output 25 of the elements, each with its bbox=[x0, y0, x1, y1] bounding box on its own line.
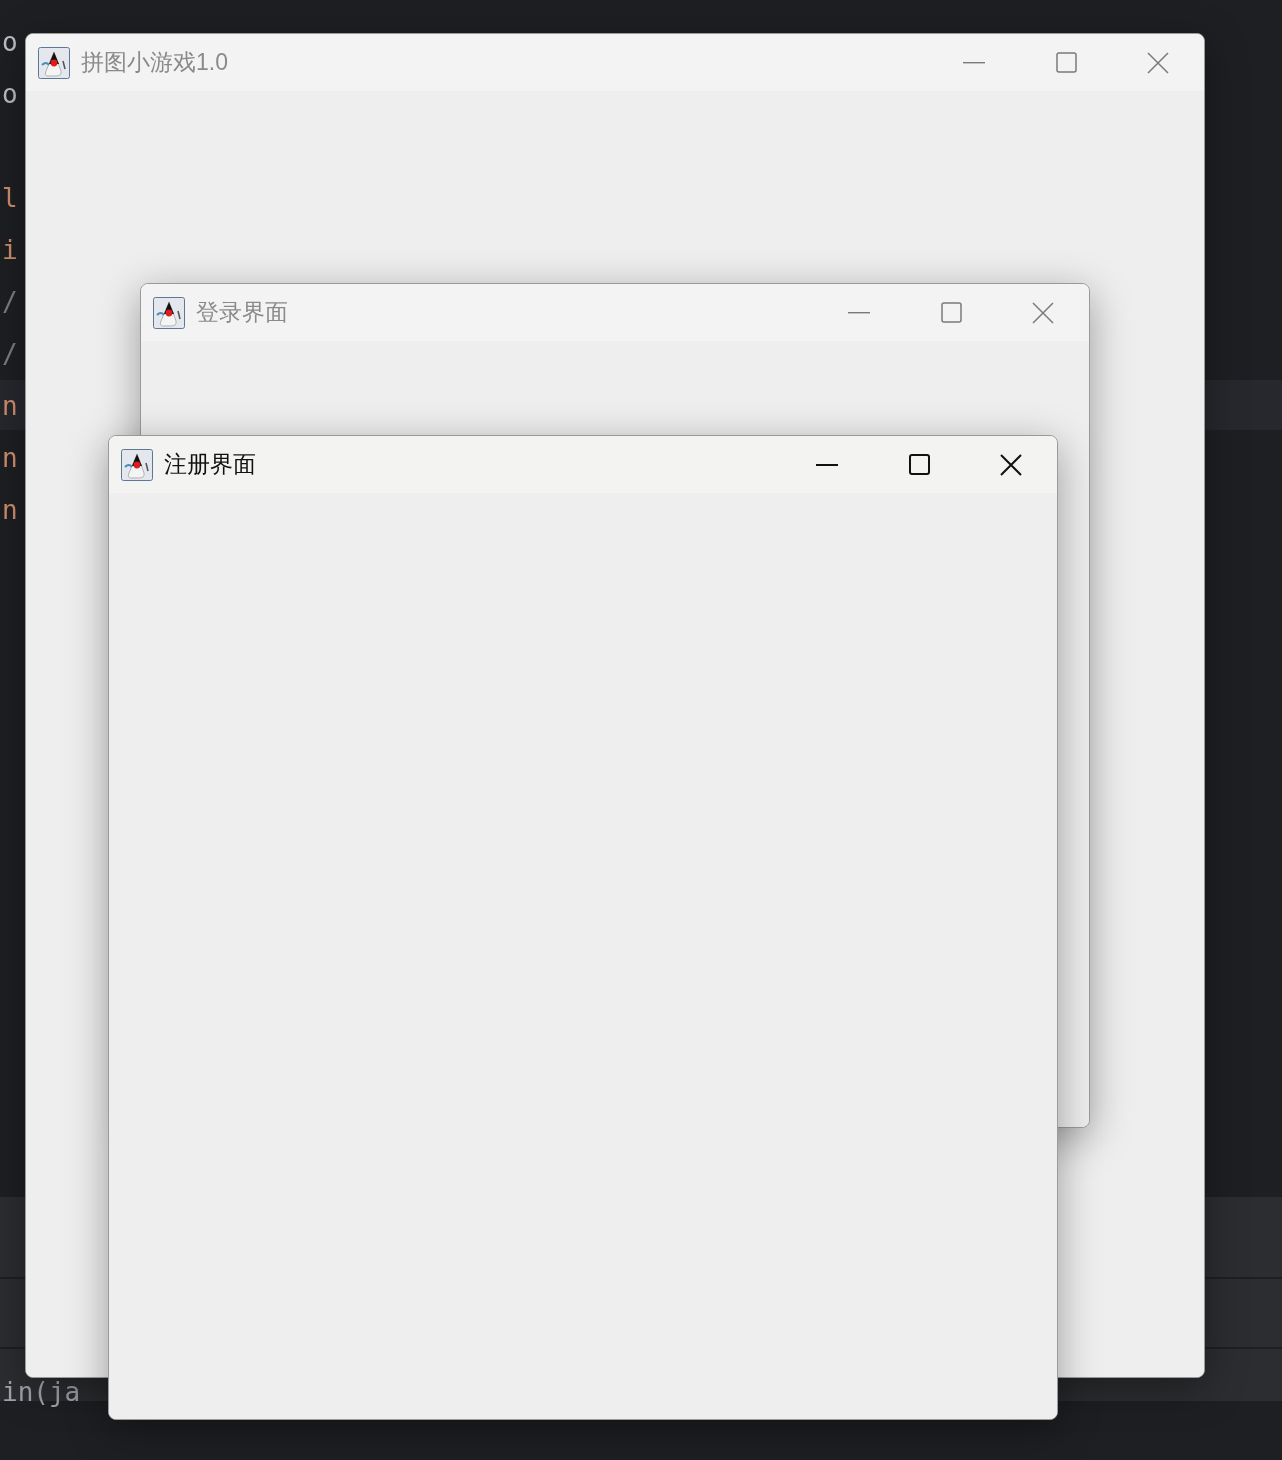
maximize-icon bbox=[908, 454, 930, 475]
minimize-icon bbox=[816, 463, 838, 466]
code-text: / bbox=[2, 289, 18, 315]
window-title: 拼图小游戏1.0 bbox=[81, 48, 228, 78]
minimize-icon bbox=[848, 311, 870, 314]
window-title: 登录界面 bbox=[196, 298, 288, 328]
close-icon bbox=[1000, 453, 1022, 476]
minimize-icon bbox=[963, 61, 985, 64]
close-icon bbox=[1032, 301, 1054, 324]
code-text: n bbox=[2, 497, 18, 523]
code-text: l bbox=[2, 185, 18, 211]
code-text: i bbox=[2, 237, 18, 263]
maximize-icon bbox=[940, 302, 962, 323]
code-text: n bbox=[2, 393, 18, 419]
code-text: o bbox=[2, 29, 18, 55]
code-text: o bbox=[2, 81, 18, 107]
maximize-icon bbox=[1055, 52, 1077, 73]
code-text: n bbox=[2, 445, 18, 471]
close-icon bbox=[1147, 51, 1169, 74]
java-duke-icon bbox=[153, 296, 185, 329]
code-text: / bbox=[2, 341, 18, 367]
window-title: 注册界面 bbox=[164, 450, 256, 480]
code-text: in(ja bbox=[2, 1379, 81, 1405]
java-duke-icon bbox=[38, 46, 70, 79]
java-duke-icon bbox=[121, 448, 153, 481]
